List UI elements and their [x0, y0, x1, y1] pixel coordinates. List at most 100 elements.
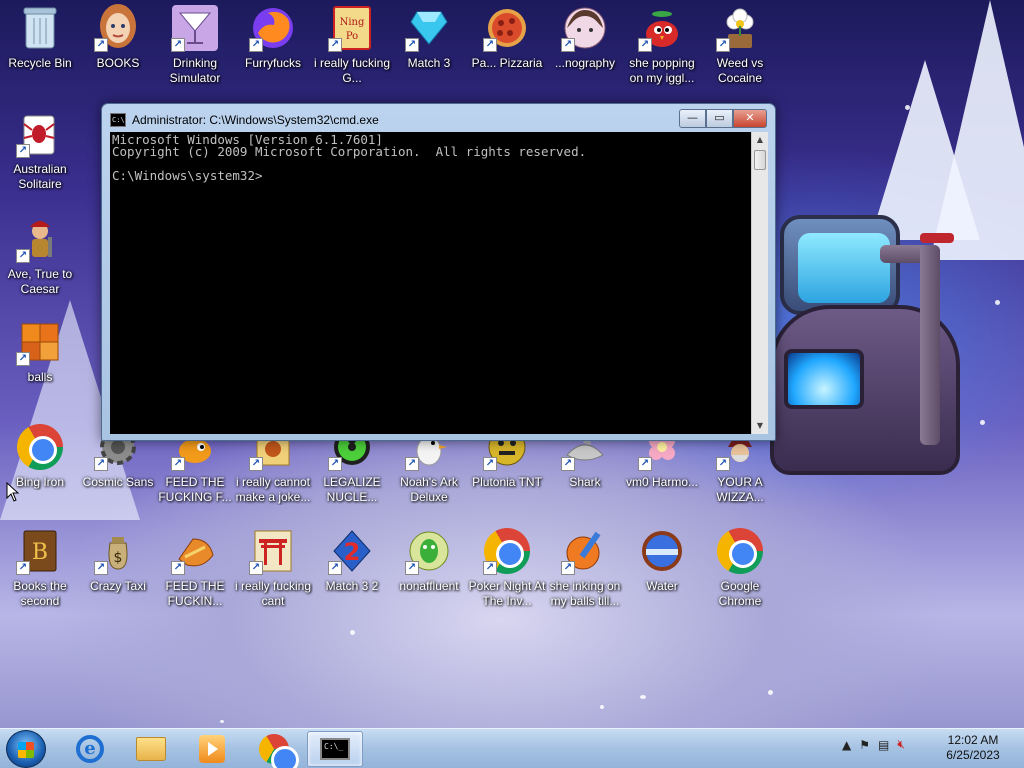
red-bird-icon: ↗ [638, 4, 686, 52]
cocktail-icon: ↗ [171, 4, 219, 52]
orange-blocks-icon: ↗ [16, 318, 64, 366]
snowflake [768, 690, 773, 695]
desktop-icon-match-3[interactable]: ↗ Match 3 [389, 4, 469, 71]
desktop-icon-pizzaria[interactable]: ↗ Pa... Pizzaria [467, 4, 547, 71]
girl-face-icon: ↗ [94, 4, 142, 52]
taskbar-internet-explorer[interactable]: e [62, 731, 118, 767]
show-hidden-icon[interactable]: ▲ [842, 738, 851, 752]
icon-label: YOUR A WIZZA... [716, 475, 764, 504]
vertical-scrollbar[interactable]: ▲ ▼ [751, 132, 768, 434]
desktop-icon-furryfucks[interactable]: ↗ Furryfucks [233, 4, 313, 71]
taskbar: e C:\_ ▲ ⚑ ▤ 🔇︎ 12:02 AM 6/25/2023 [0, 728, 1024, 768]
icon-label: Ave, True to Caesar [7, 267, 73, 296]
taskbar-media-player[interactable] [184, 731, 240, 767]
book-icon: B ↗ [16, 527, 64, 575]
clock-time: 12:02 AM [947, 733, 999, 747]
clock-date: 6/25/2023 [946, 748, 1000, 762]
desktop-icon-books-the-second[interactable]: B ↗ Books the second [0, 527, 80, 609]
windows-logo-icon [18, 742, 34, 758]
cmd-window[interactable]: C:\. Administrator: C:\Windows\System32\… [101, 103, 776, 441]
icon-label: Plutonia TNT [472, 475, 542, 489]
desktop-icon-ave-true-to-caesar[interactable]: ↗ Ave, True to Caesar [0, 215, 80, 297]
desktop-icon-crazy-taxi[interactable]: $ ↗ Crazy Taxi [78, 527, 158, 594]
taskbar-cmd[interactable]: C:\_ [307, 731, 363, 767]
scroll-up-arrow-icon[interactable]: ▲ [752, 132, 768, 148]
gem-icon: ↗ [405, 4, 453, 52]
icon-label: Cosmic Sans [82, 475, 154, 489]
icon-label: Books the second [13, 579, 67, 608]
desktop-icon-feed-the-fuckin[interactable]: ↗ FEED THE FUCKIN... [155, 527, 235, 609]
desktop-icon-weed-vs-cocaine[interactable]: ↗ Weed vs Cocaine [700, 4, 780, 86]
folder-icon [136, 737, 166, 761]
anime-girl-icon: ↗ [561, 4, 609, 52]
icon-label: BOOKS [96, 56, 140, 70]
cmd-icon: C:\_ [320, 738, 350, 760]
desktop-icon-i-really-fucking-g[interactable]: Ning Po ↗ i really fucking G... [312, 4, 392, 86]
desktop-icon-nography[interactable]: ↗ ...nography [545, 4, 625, 71]
taskbar-file-explorer[interactable] [123, 731, 179, 767]
water-ring-icon [638, 527, 686, 575]
flower-icon: ↗ [716, 4, 764, 52]
icon-label: FEED THE FUCKIN... [165, 579, 225, 608]
svg-text:Po: Po [346, 31, 358, 42]
desktop-icon-nonaffluent[interactable]: ↗ nonaffluent [389, 527, 469, 594]
window-controls: — ▭ ✕ [679, 109, 767, 128]
desktop-icon-books[interactable]: ↗ BOOKS [78, 4, 158, 71]
start-button[interactable] [6, 730, 46, 768]
desktop-icon-australian-solitaire[interactable]: ↗ Australian Solitaire [0, 110, 80, 192]
network-icon[interactable]: ▤ [878, 738, 889, 752]
desktop-icon-i-really-fucking-cant[interactable]: ↗ i really fucking cant [233, 527, 313, 609]
volume-muted-icon[interactable]: 🔇︎ [897, 737, 905, 752]
icon-label: Recycle Bin [8, 56, 72, 70]
icon-label: balls [27, 370, 53, 384]
snowflake [905, 105, 910, 110]
scroll-thumb[interactable] [754, 150, 766, 170]
scroll-down-arrow-icon[interactable]: ▼ [752, 418, 768, 434]
torii-icon: ↗ [249, 527, 297, 575]
taskbar-chrome[interactable] [246, 731, 302, 768]
title-bar[interactable]: C:\. Administrator: C:\Windows\System32\… [110, 110, 760, 130]
icon-label: i really fucking cant [234, 579, 312, 608]
desktop-icon-poker-night[interactable]: ↗ Poker Night At The Inv... [467, 527, 547, 609]
steam-machine-illustration [770, 175, 970, 485]
snowflake [640, 695, 646, 699]
desktop-icon-balls[interactable]: ↗ balls [0, 318, 80, 385]
desktop-icon-bing-iron[interactable]: Bing Iron [0, 423, 80, 490]
icon-label: ...nography [554, 56, 616, 70]
mouse-cursor-icon [6, 482, 20, 502]
icon-label: i really fucking G... [313, 56, 391, 85]
ning-po-icon: Ning Po ↗ [328, 4, 376, 52]
desktop-icon-drinking-simulator[interactable]: ↗ Drinking Simulator [155, 4, 235, 86]
desktop-icon-google-chrome[interactable]: Google Chrome [700, 527, 780, 609]
chrome-icon [259, 734, 299, 768]
icon-label: i really cannot make a joke... [235, 475, 311, 504]
flag-icon[interactable]: ⚑ [859, 738, 870, 752]
icon-label: she inking on my balls till... [549, 579, 621, 608]
pizza-icon: ↗ [483, 4, 531, 52]
cmd-app-icon: C:\. [110, 113, 129, 127]
svg-text:$: $ [114, 550, 123, 566]
close-button[interactable]: ✕ [733, 109, 767, 128]
snowflake [980, 420, 985, 425]
icon-label: Match 3 2 [325, 579, 379, 593]
desktop-icon-recycle-bin[interactable]: Recycle Bin [0, 4, 80, 71]
desktop-icon-water[interactable]: Water [622, 527, 702, 594]
desktop-icon-match-3-2[interactable]: 2 ↗ Match 3 2 [312, 527, 392, 594]
system-tray: ▲ ⚑ ▤ 🔇︎ [842, 737, 905, 752]
soldier-icon: ↗ [16, 215, 64, 263]
clock[interactable]: 12:02 AM 6/25/2023 [936, 733, 1010, 763]
console-output[interactable]: Microsoft Windows [Version 6.1.7601] Copy… [110, 132, 751, 434]
chrome-icon [716, 527, 764, 575]
icon-label: Drinking Simulator [169, 56, 221, 85]
icon-label: Weed vs Cocaine [716, 56, 764, 85]
svg-text:2: 2 [344, 538, 361, 566]
svg-text:Ning: Ning [340, 17, 365, 28]
icon-label: Australian Solitaire [13, 162, 67, 191]
icon-label: FEED THE FUCKING F... [158, 475, 232, 504]
internet-explorer-icon: e [76, 735, 104, 763]
icon-label: LEGALIZE NUCLE... [323, 475, 381, 504]
desktop-icon-she-popping[interactable]: ↗ she popping on my iggl... [622, 4, 702, 86]
minimize-button[interactable]: — [679, 109, 706, 128]
maximize-button[interactable]: ▭ [706, 109, 733, 128]
desktop-icon-she-inking[interactable]: ↗ she inking on my balls till... [545, 527, 625, 609]
